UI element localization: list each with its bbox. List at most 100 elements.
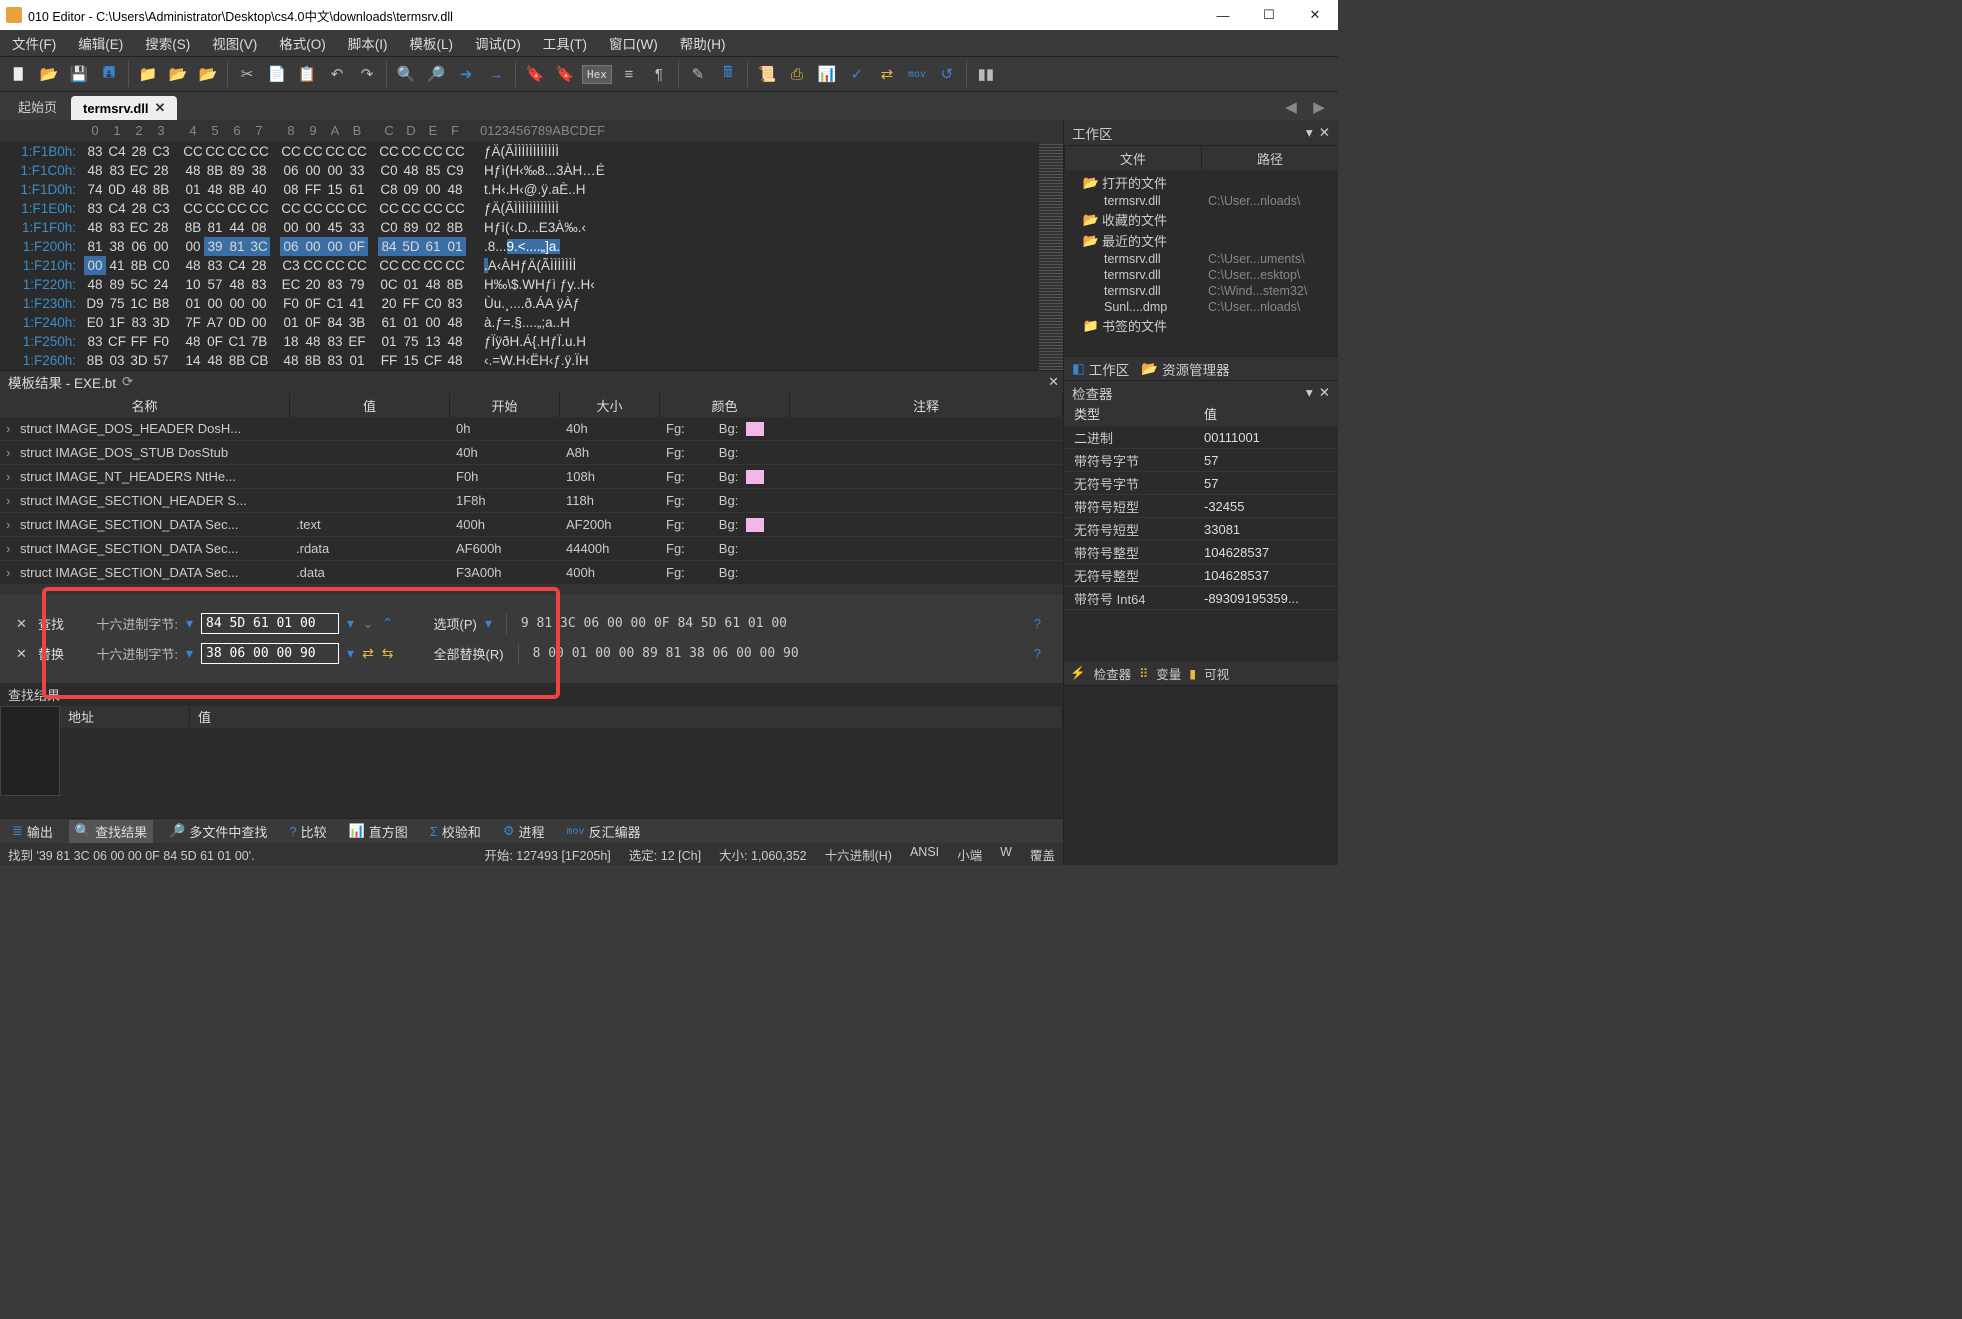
status-over[interactable]: 覆盖	[1030, 845, 1055, 864]
menu-edit[interactable]: 编辑(E)	[72, 31, 129, 55]
dropdown4-icon[interactable]: ▾	[347, 645, 354, 662]
inspector-row[interactable]: 带符号整型104628537	[1064, 541, 1338, 564]
hex-row[interactable]: 1:F210h:00418BC04883C428C3CCCCCCCCCCCCCC…	[4, 256, 1039, 275]
bt-findresults[interactable]: 🔍查找结果	[69, 820, 153, 843]
replace-next-icon[interactable]: ⇄	[362, 645, 374, 662]
ws-open-files[interactable]: 📂打开的文件	[1064, 172, 1338, 193]
file-item[interactable]: termsrv.dllC:\Wind...stem32\	[1064, 283, 1338, 299]
paste-icon[interactable]: 📋	[294, 61, 320, 87]
tab-next-icon[interactable]: ▶	[1306, 94, 1332, 120]
open-drive-icon[interactable]: 📁	[135, 61, 161, 87]
replace-icon[interactable]: 🔎	[423, 61, 449, 87]
mov-icon[interactable]: mov	[904, 61, 930, 87]
bt-histogram[interactable]: 📊直方图	[343, 820, 414, 843]
bookmark-list-icon[interactable]: 🔖	[552, 61, 578, 87]
hex-row[interactable]: 1:F200h:813806000039813C0600000F845D6101…	[4, 237, 1039, 256]
hex-mode-button[interactable]: Hex	[582, 65, 612, 84]
insp-dd-icon[interactable]: ▾	[1306, 385, 1313, 401]
find-next-icon[interactable]: →	[483, 61, 509, 87]
itab-vars[interactable]: 变量	[1156, 664, 1181, 683]
find-icon[interactable]: 🔍	[393, 61, 419, 87]
close-button[interactable]: ✕	[1292, 0, 1338, 30]
ws-recent-files[interactable]: 📂最近的文件	[1064, 230, 1338, 251]
menu-window[interactable]: 窗口(W)	[603, 31, 664, 55]
undo-icon[interactable]: ↶	[324, 61, 350, 87]
close-replace-icon[interactable]: ✕	[16, 646, 30, 662]
template-run-icon[interactable]: ⎙	[784, 61, 810, 87]
inspector-row[interactable]: 带符号 Int64-89309195359...	[1064, 587, 1338, 610]
script-run-icon[interactable]: 📜	[754, 61, 780, 87]
options-dd-icon[interactable]: ▾	[485, 615, 492, 632]
inspector-row[interactable]: 无符号整型104628537	[1064, 564, 1338, 587]
ws-tab-workspace[interactable]: 工作区	[1089, 359, 1130, 379]
tab-close-icon[interactable]: ✕	[155, 100, 166, 116]
tab-start[interactable]: 起始页	[6, 93, 69, 120]
menu-debug[interactable]: 调试(D)	[469, 31, 527, 55]
goto-icon[interactable]: ➜	[453, 61, 479, 87]
hex-row[interactable]: 1:F260h:8B033D5714488BCB488B8301FF15CF48…	[4, 351, 1039, 370]
edit-icon[interactable]: ✎	[685, 61, 711, 87]
table-row[interactable]: ›struct IMAGE_NT_HEADERS NtHe...F0h108hF…	[0, 465, 1063, 489]
para-icon[interactable]: ¶	[646, 61, 672, 87]
template-results-table[interactable]: 名称 值 开始 大小 颜色 注释 ›struct IMAGE_DOS_HEADE…	[0, 393, 1063, 585]
bt-findfiles[interactable]: 🔎多文件中查找	[163, 820, 273, 843]
inspector-row[interactable]: 带符号字节57	[1064, 449, 1338, 472]
close-find-icon[interactable]: ✕	[16, 616, 30, 632]
compare-icon[interactable]: ⇄	[874, 61, 900, 87]
inspector-panel[interactable]: 类型值 二进制00111001带符号字节57无符号字节57带符号短型-32455…	[1064, 404, 1338, 661]
calc-icon[interactable]: 🖩	[715, 61, 741, 87]
hex-row[interactable]: 1:F240h:E01F833D7FA70D00010F843B61010048…	[4, 313, 1039, 332]
hex-row[interactable]: 1:F1D0h:740D488B01488B4008FF1561C8090048…	[4, 180, 1039, 199]
hex-row[interactable]: 1:F1B0h:83C428C3CCCCCCCCCCCCCCCCCCCCCCCC…	[4, 142, 1039, 161]
hex-row[interactable]: 1:F1F0h:4883EC288B81440800004533C089028B…	[4, 218, 1039, 237]
save-icon[interactable]: 💾	[66, 61, 92, 87]
panel-close-icon[interactable]: ✕	[1048, 374, 1059, 390]
bt-checksum[interactable]: Σ校验和	[424, 820, 487, 843]
checksum-icon[interactable]: ✓	[844, 61, 870, 87]
table-row[interactable]: ›struct IMAGE_SECTION_HEADER S...1F8h118…	[0, 489, 1063, 513]
cut-icon[interactable]: ✂	[234, 61, 260, 87]
menu-tools[interactable]: 工具(T)	[537, 31, 593, 55]
menu-view[interactable]: 视图(V)	[206, 31, 263, 55]
columns-icon[interactable]: ≡	[616, 61, 642, 87]
status-endian[interactable]: 小端	[957, 845, 982, 864]
itab-visible[interactable]: 可视	[1204, 664, 1229, 683]
bookmark-icon[interactable]: 🔖	[522, 61, 548, 87]
table-row[interactable]: ›struct IMAGE_SECTION_DATA Sec....dataF3…	[0, 561, 1063, 585]
file-item[interactable]: Sunl....dmpC:\User...nloads\	[1064, 299, 1338, 315]
find-prev-icon[interactable]: ⌃	[382, 615, 394, 632]
workspace-panel[interactable]: 文件 路径 📂打开的文件 termsrv.dllC:\User...nloads…	[1064, 146, 1338, 356]
pause-icon[interactable]: ▮▮	[973, 61, 999, 87]
help2-icon[interactable]: ?	[1028, 646, 1047, 661]
ws-close-icon[interactable]: ✕	[1319, 125, 1330, 141]
find-input[interactable]	[201, 613, 339, 634]
options-button[interactable]: 选项(P)	[434, 614, 477, 633]
ws-dd-icon[interactable]: ▾	[1306, 125, 1313, 141]
hex-row[interactable]: 1:F1E0h:83C428C3CCCCCCCCCCCCCCCCCCCCCCCC…	[4, 199, 1039, 218]
open-recent-icon[interactable]: 📂	[195, 61, 221, 87]
help-icon[interactable]: ?	[1028, 616, 1047, 631]
hex-row[interactable]: 1:F250h:83CFFFF0480FC17B184883EF01751348…	[4, 332, 1039, 351]
redo-icon[interactable]: ↷	[354, 61, 380, 87]
itab-inspector[interactable]: 检查器	[1094, 664, 1132, 683]
dropdown3-icon[interactable]: ▾	[186, 645, 193, 662]
table-row[interactable]: ›struct IMAGE_DOS_STUB DosStub40hA8hFg:B…	[0, 441, 1063, 465]
new-file-icon[interactable]	[6, 61, 32, 87]
tab-termsrv[interactable]: termsrv.dll✕	[71, 96, 177, 120]
dropdown-icon[interactable]: ▾	[186, 615, 193, 632]
bt-process[interactable]: ⚙进程	[497, 820, 551, 843]
hex-row[interactable]: 1:F230h:D9751CB801000000F00FC14120FFC083…	[4, 294, 1039, 313]
ws-fav-files[interactable]: 📂收藏的文件	[1064, 209, 1338, 230]
table-row[interactable]: ›struct IMAGE_SECTION_DATA Sec....text40…	[0, 513, 1063, 537]
file-item[interactable]: termsrv.dllC:\User...uments\	[1064, 251, 1338, 267]
dropdown2-icon[interactable]: ▾	[347, 615, 354, 632]
menu-help[interactable]: 帮助(H)	[674, 31, 732, 55]
refresh-icon[interactable]: ⟳	[122, 374, 133, 390]
menu-search[interactable]: 搜索(S)	[139, 31, 196, 55]
status-charset[interactable]: ANSI	[910, 845, 939, 864]
menu-template[interactable]: 模板(L)	[404, 31, 460, 55]
insp-close-icon[interactable]: ✕	[1319, 385, 1330, 401]
hex-row[interactable]: 1:F220h:48895C2410574883EC2083790C01488B…	[4, 275, 1039, 294]
hex-view[interactable]: 1:F1B0h:83C428C3CCCCCCCCCCCCCCCCCCCCCCCC…	[0, 142, 1039, 370]
save-all-icon[interactable]: 🖪	[96, 61, 122, 87]
